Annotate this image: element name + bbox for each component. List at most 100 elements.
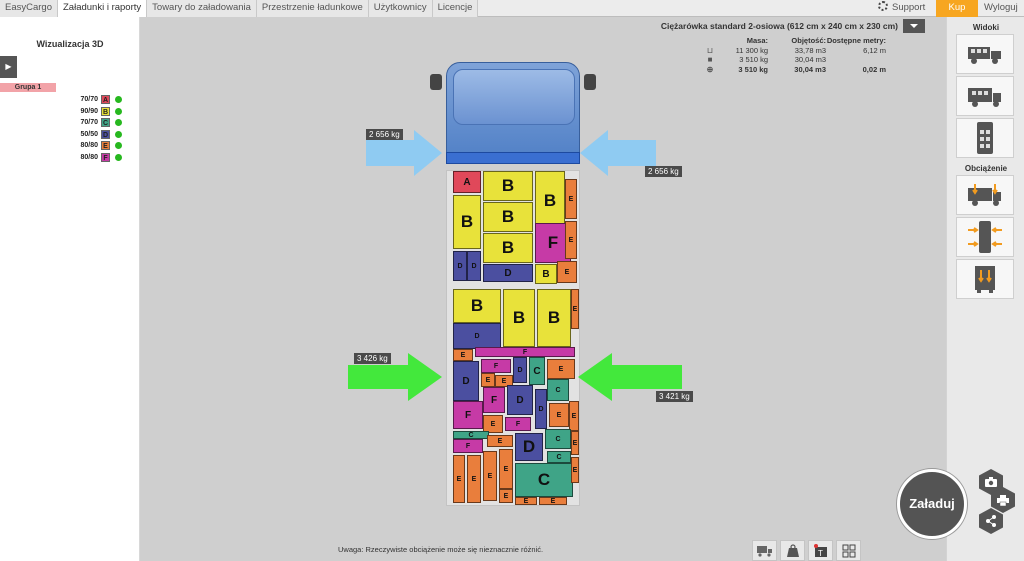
cargo-box-c[interactable]: C bbox=[529, 357, 545, 385]
buy-button[interactable]: Kup bbox=[936, 0, 978, 17]
cargo-box-b[interactable]: B bbox=[483, 171, 533, 201]
text-labels-tool[interactable]: T bbox=[808, 540, 833, 561]
load-rear-button[interactable] bbox=[956, 259, 1014, 299]
cargo-box-b[interactable]: B bbox=[453, 289, 501, 323]
cargo-box-e[interactable]: E bbox=[515, 497, 537, 505]
cargo-box-e[interactable]: E bbox=[565, 221, 577, 259]
cargo-box-e[interactable]: E bbox=[481, 373, 495, 387]
cargo-box-e[interactable]: E bbox=[569, 401, 579, 431]
support-link[interactable]: Support bbox=[878, 0, 925, 17]
bottom-toolbar: T bbox=[752, 540, 864, 561]
truck-3d-icon bbox=[968, 47, 1001, 64]
cargo-box-e[interactable]: E bbox=[557, 261, 577, 283]
cargo-box-f[interactable]: F bbox=[481, 359, 511, 373]
cargo-box-e[interactable]: E bbox=[549, 403, 569, 427]
group-item-d[interactable]: 50/50 D bbox=[76, 129, 122, 141]
left-mirror bbox=[430, 74, 442, 90]
cargo-box-f[interactable]: F bbox=[453, 401, 483, 429]
group-item-e[interactable]: 80/80 E bbox=[76, 140, 122, 152]
cargo-box-e[interactable]: E bbox=[499, 449, 513, 489]
cargo-box-b[interactable]: B bbox=[483, 202, 533, 232]
cargo-box-c[interactable]: C bbox=[547, 379, 569, 401]
cargo-box-c[interactable]: C bbox=[515, 463, 573, 497]
cargo-box-b[interactable]: B bbox=[535, 264, 557, 284]
cargo-box-b[interactable]: B bbox=[483, 233, 533, 263]
cargo-box-d[interactable]: D bbox=[453, 323, 501, 349]
cargo-box-d[interactable]: D bbox=[535, 389, 547, 429]
cargo-box-e[interactable]: E bbox=[547, 359, 575, 379]
cargo-box-e[interactable]: E bbox=[483, 451, 497, 501]
group-item-a[interactable]: 70/70 A bbox=[76, 94, 122, 106]
cargo-box-a[interactable]: A bbox=[453, 171, 481, 193]
menu-cargo-spaces[interactable]: Przestrzenie ładunkowe bbox=[256, 0, 369, 17]
layout-tool[interactable] bbox=[836, 540, 861, 561]
truck-load-top-icon bbox=[968, 221, 1002, 253]
cargo-box-d[interactable]: D bbox=[453, 361, 479, 401]
cargo-box-e[interactable]: E bbox=[571, 289, 579, 329]
cargo-box-c[interactable]: C bbox=[453, 431, 489, 439]
share-icon bbox=[986, 515, 996, 527]
cargo-box-d[interactable]: D bbox=[483, 264, 533, 282]
expand-panel-button[interactable]: ▶ bbox=[0, 56, 17, 78]
load-side-button[interactable] bbox=[956, 175, 1014, 215]
cargo-box-d[interactable]: D bbox=[507, 385, 533, 415]
truck-side-icon bbox=[968, 88, 1001, 107]
group-item-badge: C bbox=[101, 118, 110, 128]
group-label[interactable]: Grupa 1 bbox=[0, 83, 56, 92]
load-button[interactable]: Załaduj bbox=[897, 469, 967, 539]
group-item-f[interactable]: 80/80 F bbox=[76, 152, 122, 164]
cargo-box-e[interactable]: E bbox=[467, 455, 481, 503]
cargo-box-e[interactable]: E bbox=[487, 435, 513, 447]
menu-easycargo[interactable]: EasyCargo bbox=[0, 0, 58, 17]
cargo-box-c[interactable]: C bbox=[545, 429, 571, 449]
group-item-c[interactable]: 70/70 C bbox=[76, 117, 122, 129]
info-dropdown-button[interactable] bbox=[903, 19, 925, 33]
views-title: Widoki bbox=[972, 23, 1000, 32]
cargo-box-e[interactable]: E bbox=[565, 179, 577, 219]
weight-tool[interactable] bbox=[780, 540, 805, 561]
menu-licenses[interactable]: Licencje bbox=[432, 0, 479, 17]
group-item-badge: F bbox=[101, 152, 110, 162]
load-warning-note: Uwaga: Rzeczywiste obciążenie może się n… bbox=[338, 545, 544, 554]
cargo-box-b[interactable]: B bbox=[535, 171, 565, 231]
truck-view-tool[interactable] bbox=[752, 540, 777, 561]
cargo-box-b[interactable]: B bbox=[503, 289, 535, 347]
logout-link[interactable]: Wyloguj bbox=[984, 0, 1018, 17]
status-ok-icon bbox=[115, 96, 122, 104]
group-item-b[interactable]: 90/90 B bbox=[76, 106, 122, 118]
cargo-box-e[interactable]: E bbox=[571, 457, 579, 483]
load-stats-table: Masa: Objętość: Dostępne metry: ⊔ 11 300… bbox=[700, 36, 886, 74]
cargo-box-e[interactable]: E bbox=[539, 497, 567, 505]
menu-users[interactable]: Użytkownicy bbox=[368, 0, 433, 17]
cargo-box-d[interactable]: D bbox=[453, 251, 467, 281]
group-item-badge: B bbox=[101, 106, 110, 116]
cargo-box-d[interactable]: D bbox=[467, 251, 481, 281]
cargo-box-d[interactable]: D bbox=[515, 433, 543, 461]
cargo-box-f[interactable]: F bbox=[483, 387, 505, 413]
cargo-box-f[interactable]: F bbox=[453, 439, 483, 453]
cargo-box-b[interactable]: B bbox=[537, 289, 571, 347]
view-top-button[interactable] bbox=[956, 118, 1014, 158]
menu-goods[interactable]: Towary do załadowania bbox=[147, 0, 257, 17]
load-top-button[interactable] bbox=[956, 217, 1014, 257]
menu-loads-reports[interactable]: Załadunki i raporty bbox=[58, 0, 148, 17]
box-icon: ■ bbox=[707, 55, 713, 65]
cargo-box-f[interactable]: F bbox=[505, 417, 531, 431]
stats-row-loaded: ⊕ 3 510 kg 30,04 m3 0,02 m bbox=[700, 65, 886, 75]
header-meters: Dostępne metry: bbox=[826, 36, 886, 46]
view-3d-button[interactable] bbox=[956, 34, 1014, 74]
cargo-box-f[interactable]: F bbox=[475, 347, 575, 357]
cargo-box-e[interactable]: E bbox=[571, 431, 579, 455]
cargo-box-c[interactable]: C bbox=[547, 451, 571, 463]
top-menu-bar: EasyCargo Załadunki i raporty Towary do … bbox=[0, 0, 1024, 17]
cargo-box-b[interactable]: B bbox=[453, 195, 481, 249]
stats-row-goods: ■ 3 510 kg 30,04 m3 bbox=[700, 55, 886, 65]
header-mass: Masa: bbox=[746, 36, 768, 46]
cargo-box-e[interactable]: E bbox=[453, 349, 473, 361]
cargo-box-d[interactable]: D bbox=[513, 357, 527, 383]
view-side-button[interactable] bbox=[956, 76, 1014, 116]
cargo-box-e[interactable]: E bbox=[453, 455, 465, 503]
cargo-box-e[interactable]: E bbox=[499, 489, 513, 503]
group-item-count: 80/80 bbox=[80, 142, 98, 150]
truck-title: Ciężarówka standard 2-osiowa (612 cm x 2… bbox=[660, 21, 898, 31]
